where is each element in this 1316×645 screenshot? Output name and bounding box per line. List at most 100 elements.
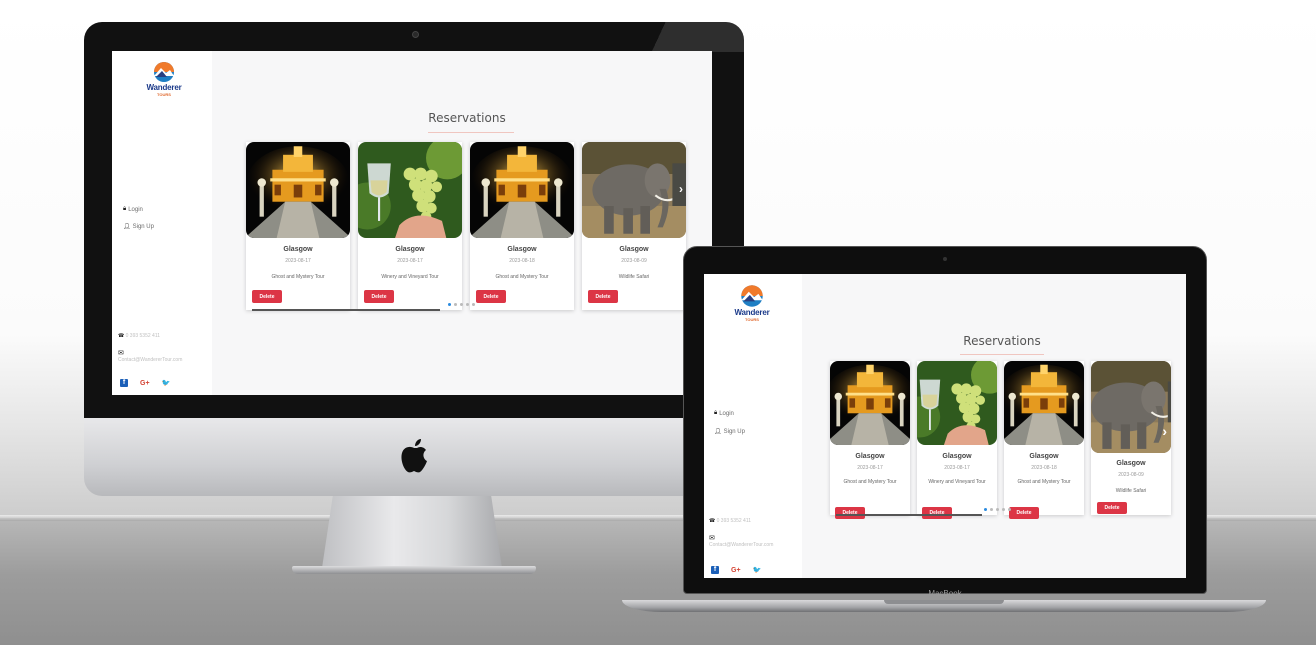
delete-button[interactable]: Delete [364,290,394,303]
nav-login-label: Login [128,206,143,213]
contact-email[interactable]: ✉ Contact@WandererTour.com [118,349,182,363]
card-tour: Wildlife Safari [618,274,650,280]
delete-button[interactable]: Delete [252,290,282,303]
nav-login[interactable]: 🔒︎ Login [714,410,734,417]
reservation-card: Glasgow 2023-08-17 Ghost and Mystery Tou… [830,361,910,519]
card-city: Glasgow [1029,453,1059,460]
carousel-scrollbar[interactable] [252,309,440,311]
macbook-label: MacBook [928,589,962,598]
contact-email-text: Contact@WandererTour.com [709,542,774,548]
carousel-dot[interactable] [996,508,999,511]
phone-icon: ☎ [709,518,716,524]
mail-icon: ✉ [118,350,124,357]
card-city: Glasgow [619,246,649,253]
sidebar: Wanderer TOURS 🔒︎ Login 👤︎ Sign Up ☎ 0 3… [704,274,802,578]
card-city: Glasgow [507,246,537,253]
delete-button[interactable]: Delete [588,290,618,303]
contact-phone-text: 0 393 5352 411 [125,333,161,339]
card-date: 2023-08-09 [1118,472,1144,478]
card-date: 2023-08-17 [285,258,311,264]
card-tour: Winery and Vineyard Tour [381,274,439,280]
user-icon: 👤︎ [123,224,131,230]
carousel-dot[interactable] [1008,508,1011,511]
card-city: Glasgow [395,246,425,253]
card-date: 2023-08-17 [397,258,423,264]
carousel-dot[interactable] [990,508,993,511]
delete-button[interactable]: Delete [835,507,865,519]
social-links: f G+ 🐦 [120,379,170,387]
contact-phone: ☎ 0 393 5352 411 [118,333,160,339]
carousel-dot[interactable] [454,303,457,306]
nav-signup-label: Sign Up [132,223,154,230]
reservation-card: Glasgow 2023-08-18 Ghost and Mystery Tou… [1004,361,1084,519]
carousel-dots [984,508,1011,511]
delete-button[interactable]: Delete [1097,502,1127,514]
social-links: f G+ 🐦 [711,566,761,574]
user-icon: 👤︎ [714,429,722,435]
card-date: 2023-08-18 [1031,465,1057,471]
imac-stand-foot [292,566,536,574]
nav-signup-label: Sign Up [723,428,745,435]
imac-stand [322,496,502,568]
facebook-icon[interactable]: f [711,566,719,574]
chevron-right-icon[interactable]: › [679,182,683,196]
reservation-carousel: Glasgow 2023-08-17 Ghost and Mystery Tou… [246,142,686,310]
delete-button[interactable]: Delete [476,290,506,303]
page-title: Reservations [963,334,1041,348]
imac-screen: Wanderer TOURS 🔒︎ Login 👤︎ Sign Up ☎ 0 3… [112,51,712,395]
card-tour: Winery and Vineyard Tour [928,479,986,485]
castle-night-image [1004,361,1084,445]
carousel-scrollbar[interactable] [836,514,982,516]
imac-camera [412,31,419,38]
nav-signup[interactable]: 👤︎ Sign Up [714,428,745,436]
google-plus-icon[interactable]: G+ [731,567,741,574]
brand-tagline: TOURS [745,317,759,322]
grapes-wine-image [917,361,997,445]
castle-night-image [830,361,910,445]
contact-email-text: Contact@WandererTour.com [118,357,183,363]
carousel-dot[interactable] [984,508,987,511]
twitter-icon[interactable]: 🐦 [162,379,171,387]
elephant-image [582,142,686,238]
castle-night-image [246,142,350,238]
twitter-icon[interactable]: 🐦 [753,566,762,574]
carousel-dot[interactable] [1002,508,1005,511]
card-city: Glasgow [855,453,885,460]
carousel-dot[interactable] [460,303,463,306]
mail-icon: ✉ [709,535,715,542]
macbook-screen: Wanderer TOURS 🔒︎ Login 👤︎ Sign Up ☎ 0 3… [704,274,1186,578]
brand-name: Wanderer [146,83,182,92]
brand-name: Wanderer [734,308,770,317]
castle-night-image [470,142,574,238]
brand-logo-icon [741,285,763,307]
reservation-carousel: Glasgow 2023-08-17 Ghost and Mystery Tou… [830,361,1171,519]
facebook-icon[interactable]: f [120,379,128,387]
delete-button[interactable]: Delete [922,507,952,519]
contact-phone-text: 0 393 5352 411 [716,518,752,524]
contact-email[interactable]: ✉ Contact@WandererTour.com [709,534,773,548]
title-underline [428,132,514,133]
phone-icon: ☎ [118,333,125,339]
card-tour: Ghost and Mystery Tour [843,479,897,485]
card-city: Glasgow [1116,460,1146,467]
brand-tagline: TOURS [157,92,171,97]
carousel-dot[interactable] [472,303,475,306]
carousel-dot[interactable] [466,303,469,306]
brand-logo-icon [154,62,174,82]
page-title: Reservations [428,111,506,125]
imac-chin [84,418,744,496]
nav-login[interactable]: 🔒︎ Login [123,206,143,213]
carousel-dot[interactable] [448,303,451,306]
chevron-right-icon[interactable]: › [1162,423,1167,439]
contact-phone: ☎ 0 393 5352 411 [709,518,751,524]
brand-logo[interactable]: Wanderer TOURS [136,61,192,97]
reservation-card: Glasgow 2023-08-09 Wildlife Safari Delet… [1091,361,1171,515]
delete-button[interactable]: Delete [1009,507,1039,519]
reservation-card: Glasgow 2023-08-17 Ghost and Mystery Tou… [246,142,350,310]
google-plus-icon[interactable]: G+ [140,380,150,387]
brand-logo[interactable]: Wanderer TOURS [722,284,782,322]
card-tour: Ghost and Mystery Tour [271,274,325,280]
nav-signup[interactable]: 👤︎ Sign Up [123,223,154,231]
grapes-wine-image [358,142,462,238]
card-tour: Ghost and Mystery Tour [1017,479,1071,485]
